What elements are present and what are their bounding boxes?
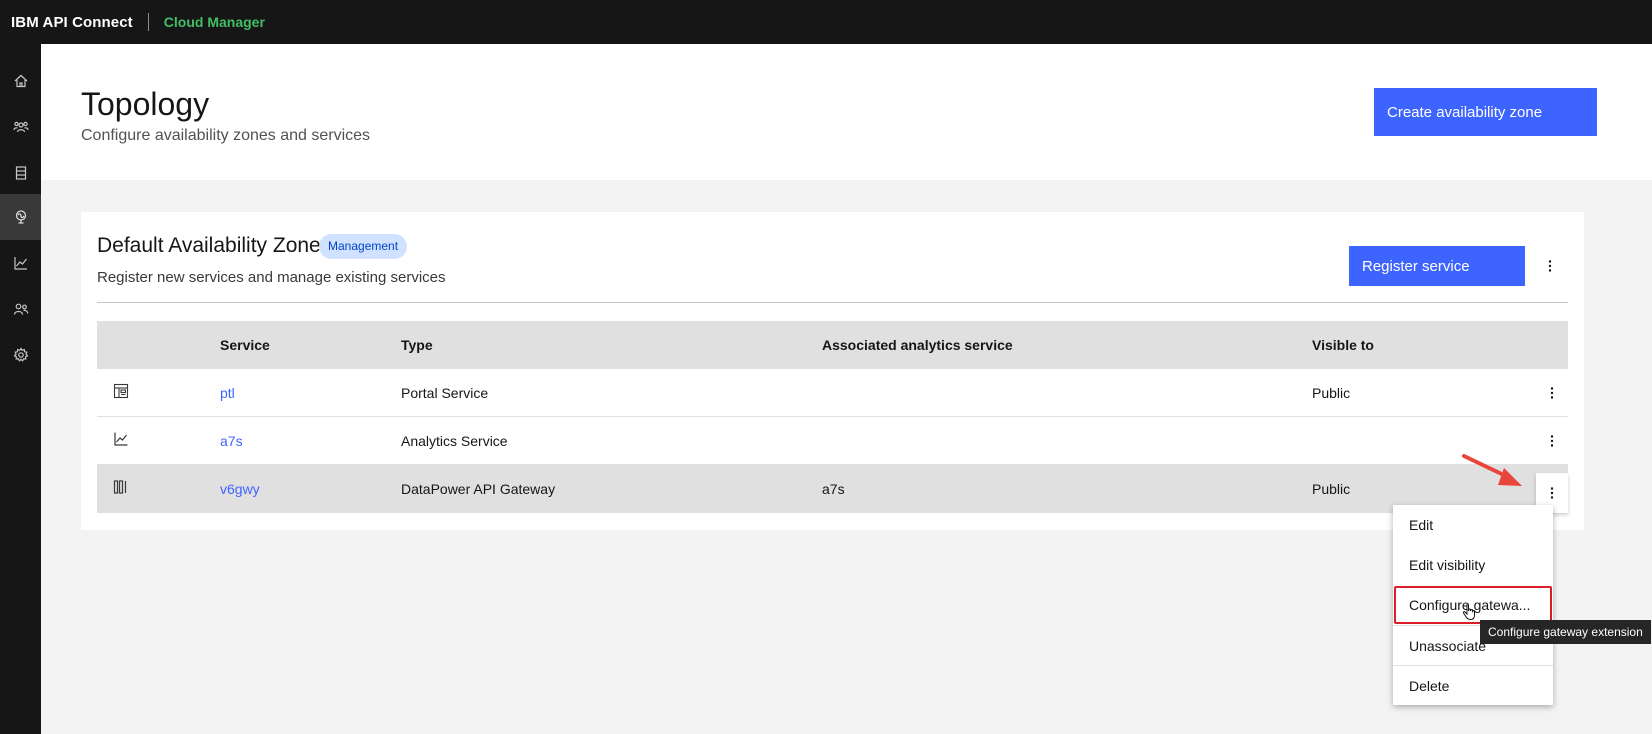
menu-item-edit-visibility[interactable]: Edit visibility — [1393, 545, 1553, 585]
column-header-service[interactable]: Service — [220, 321, 270, 369]
brand-name[interactable]: IBM API Connect — [11, 14, 133, 31]
annotation-arrow-icon — [1462, 454, 1522, 486]
organizations-icon — [12, 121, 29, 133]
page-title: Topology — [81, 86, 210, 122]
row-overflow-menu[interactable] — [1536, 377, 1568, 409]
nav-settings[interactable] — [0, 332, 41, 378]
visible-to: Public — [1312, 385, 1351, 401]
members-icon — [13, 303, 28, 315]
service-type: DataPower API Gateway — [401, 481, 556, 497]
service-type: Analytics Service — [401, 433, 508, 449]
resources-icon — [15, 166, 26, 180]
zone-overflow-menu[interactable] — [1534, 250, 1566, 282]
page-header: Topology Configure availability zones an… — [41, 44, 1652, 180]
page-subtitle: Configure availability zones and service… — [81, 127, 371, 144]
topology-icon — [15, 210, 26, 224]
menu-item-edit[interactable]: Edit — [1393, 505, 1553, 545]
app-name[interactable]: Cloud Manager — [164, 14, 265, 30]
gateway-icon — [113, 480, 127, 494]
nav-home[interactable] — [0, 58, 41, 104]
hand-cursor-icon — [1462, 603, 1475, 621]
service-name-link[interactable]: a7s — [220, 417, 243, 465]
table-row[interactable]: ptl Portal Service Public — [97, 369, 1568, 417]
analytics-chart-icon — [114, 432, 128, 446]
service-name-link[interactable]: v6gwy — [220, 465, 260, 513]
analytics-icon — [13, 257, 27, 270]
overflow-menu-icon — [1550, 487, 1554, 499]
services-table: Service Type Associated analytics servic… — [97, 321, 1568, 513]
home-icon — [14, 74, 27, 88]
top-bar: IBM API Connect Cloud Manager — [0, 0, 1652, 44]
zone-title: Default Availability Zone — [97, 234, 321, 257]
associated-analytics: a7s — [822, 481, 845, 497]
visible-to: Public — [1312, 481, 1351, 497]
menu-item-delete[interactable]: Delete — [1393, 665, 1553, 705]
table-header: Service Type Associated analytics servic… — [97, 321, 1568, 369]
nav-topology[interactable] — [0, 194, 41, 240]
settings-icon — [13, 347, 28, 362]
column-header-analytics[interactable]: Associated analytics service — [822, 321, 1013, 369]
brand-divider — [147, 13, 149, 31]
service-type: Portal Service — [401, 385, 489, 401]
overflow-menu-icon — [1550, 387, 1554, 399]
nav-organizations[interactable] — [0, 104, 41, 150]
portal-icon — [113, 383, 129, 399]
availability-zone-card: Default Availability Zone Management Reg… — [81, 212, 1584, 530]
service-name-link[interactable]: ptl — [220, 369, 235, 417]
table-row[interactable]: a7s Analytics Service — [97, 417, 1568, 465]
zone-tag: Management — [319, 234, 408, 259]
column-header-type[interactable]: Type — [401, 321, 433, 369]
nav-resources[interactable] — [0, 150, 41, 196]
register-service-button[interactable]: Register service — [1349, 246, 1525, 286]
create-availability-zone-button[interactable]: Create availability zone — [1374, 88, 1597, 136]
nav-analytics[interactable] — [0, 240, 41, 286]
nav-members[interactable] — [0, 286, 41, 332]
table-row[interactable]: v6gwy DataPower API Gateway a7s Public — [97, 465, 1568, 513]
zone-divider — [97, 302, 1568, 303]
zone-description: Register new services and manage existin… — [97, 269, 446, 286]
overflow-menu-icon — [1548, 260, 1552, 272]
overflow-menu-icon — [1550, 435, 1554, 447]
tooltip: Configure gateway extension — [1480, 620, 1651, 644]
side-nav — [0, 44, 41, 734]
row-overflow-menu[interactable] — [1536, 425, 1568, 457]
column-header-visible-to[interactable]: Visible to — [1312, 321, 1374, 369]
